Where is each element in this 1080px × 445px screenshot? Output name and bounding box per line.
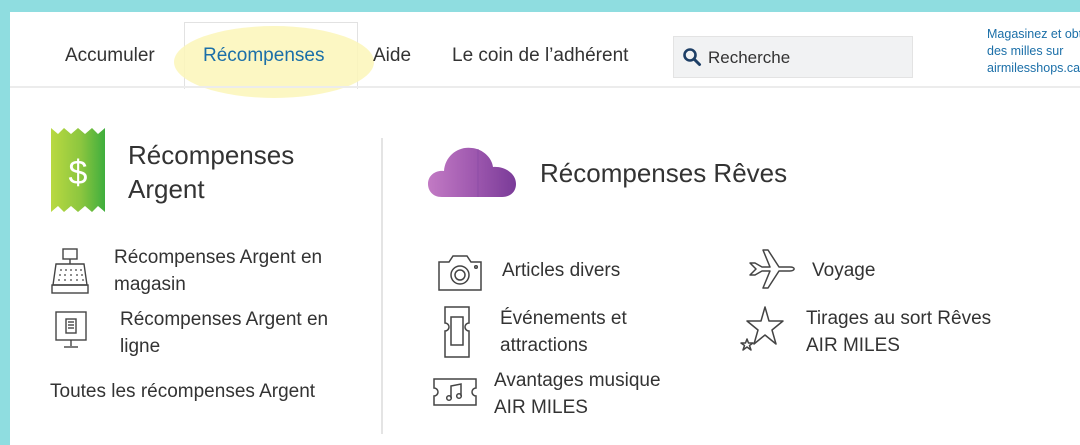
nav-recompenses[interactable]: Récompenses bbox=[203, 45, 324, 67]
cash-register-icon bbox=[51, 248, 89, 294]
cash-in-store-link[interactable]: Récompenses Argent en magasin bbox=[114, 244, 322, 298]
cash-online-line-1[interactable]: Récompenses Argent en bbox=[120, 306, 328, 333]
dream-music-line-2[interactable]: AIR MILES bbox=[494, 394, 661, 421]
dream-events-link[interactable]: Événements et attractions bbox=[500, 305, 627, 359]
dream-sweepstakes-link[interactable]: Tirages au sort Rêves AIR MILES bbox=[806, 305, 991, 359]
dream-music-line-1[interactable]: Avantages musique bbox=[494, 367, 661, 394]
search-icon[interactable] bbox=[682, 47, 702, 67]
cash-online-line-2[interactable]: ligne bbox=[120, 333, 328, 360]
cash-title-line-1[interactable]: Récompenses bbox=[128, 138, 294, 172]
rewards-menu-panel: Accumuler Récompenses Aide Le coin de l’… bbox=[10, 12, 1080, 445]
dream-section-title[interactable]: Récompenses Rêves bbox=[540, 156, 787, 190]
all-cash-rewards-link[interactable]: Toutes les récompenses Argent bbox=[50, 378, 315, 405]
search-input[interactable] bbox=[708, 46, 904, 70]
music-ticket-icon bbox=[433, 378, 477, 406]
cash-money-icon: $ bbox=[51, 128, 105, 212]
column-divider bbox=[381, 138, 383, 434]
promo-line-3[interactable]: airmilesshops.ca bbox=[987, 60, 1080, 77]
svg-text:$: $ bbox=[69, 154, 88, 192]
dream-sweepstakes-line-2[interactable]: AIR MILES bbox=[806, 332, 991, 359]
cash-in-store-line-2[interactable]: magasin bbox=[114, 271, 322, 298]
promo-line-2[interactable]: des milles sur bbox=[987, 43, 1080, 60]
promo-line-1[interactable]: Magasinez et obtenez bbox=[987, 26, 1080, 43]
dream-misc-items-link[interactable]: Articles divers bbox=[502, 257, 620, 284]
cash-in-store-line-1[interactable]: Récompenses Argent en bbox=[114, 244, 322, 271]
cash-section-title[interactable]: Récompenses Argent bbox=[128, 138, 294, 206]
top-nav: Accumuler Récompenses Aide Le coin de l’… bbox=[10, 12, 1080, 98]
nav-coin-adherent[interactable]: Le coin de l’adhérent bbox=[452, 45, 628, 67]
dream-travel-link[interactable]: Voyage bbox=[812, 257, 875, 284]
cash-online-link[interactable]: Récompenses Argent en ligne bbox=[120, 306, 328, 360]
camera-icon bbox=[438, 255, 482, 291]
cloud-icon bbox=[428, 147, 516, 197]
search-box[interactable] bbox=[673, 36, 913, 78]
nav-divider bbox=[10, 86, 1080, 88]
nav-aide[interactable]: Aide bbox=[373, 45, 411, 67]
dream-music-link[interactable]: Avantages musique AIR MILES bbox=[494, 367, 661, 421]
dream-events-line-1[interactable]: Événements et bbox=[500, 305, 627, 332]
stars-icon bbox=[740, 306, 784, 351]
dream-sweepstakes-line-1[interactable]: Tirages au sort Rêves bbox=[806, 305, 991, 332]
nav-accumuler[interactable]: Accumuler bbox=[65, 45, 155, 67]
cash-title-line-2[interactable]: Argent bbox=[128, 172, 294, 206]
airplane-icon bbox=[749, 249, 795, 289]
computer-icon bbox=[55, 311, 87, 348]
promo-link[interactable]: Magasinez et obtenez des milles sur airm… bbox=[987, 26, 1080, 77]
ticket-icon bbox=[444, 306, 470, 358]
dream-events-line-2[interactable]: attractions bbox=[500, 332, 627, 359]
